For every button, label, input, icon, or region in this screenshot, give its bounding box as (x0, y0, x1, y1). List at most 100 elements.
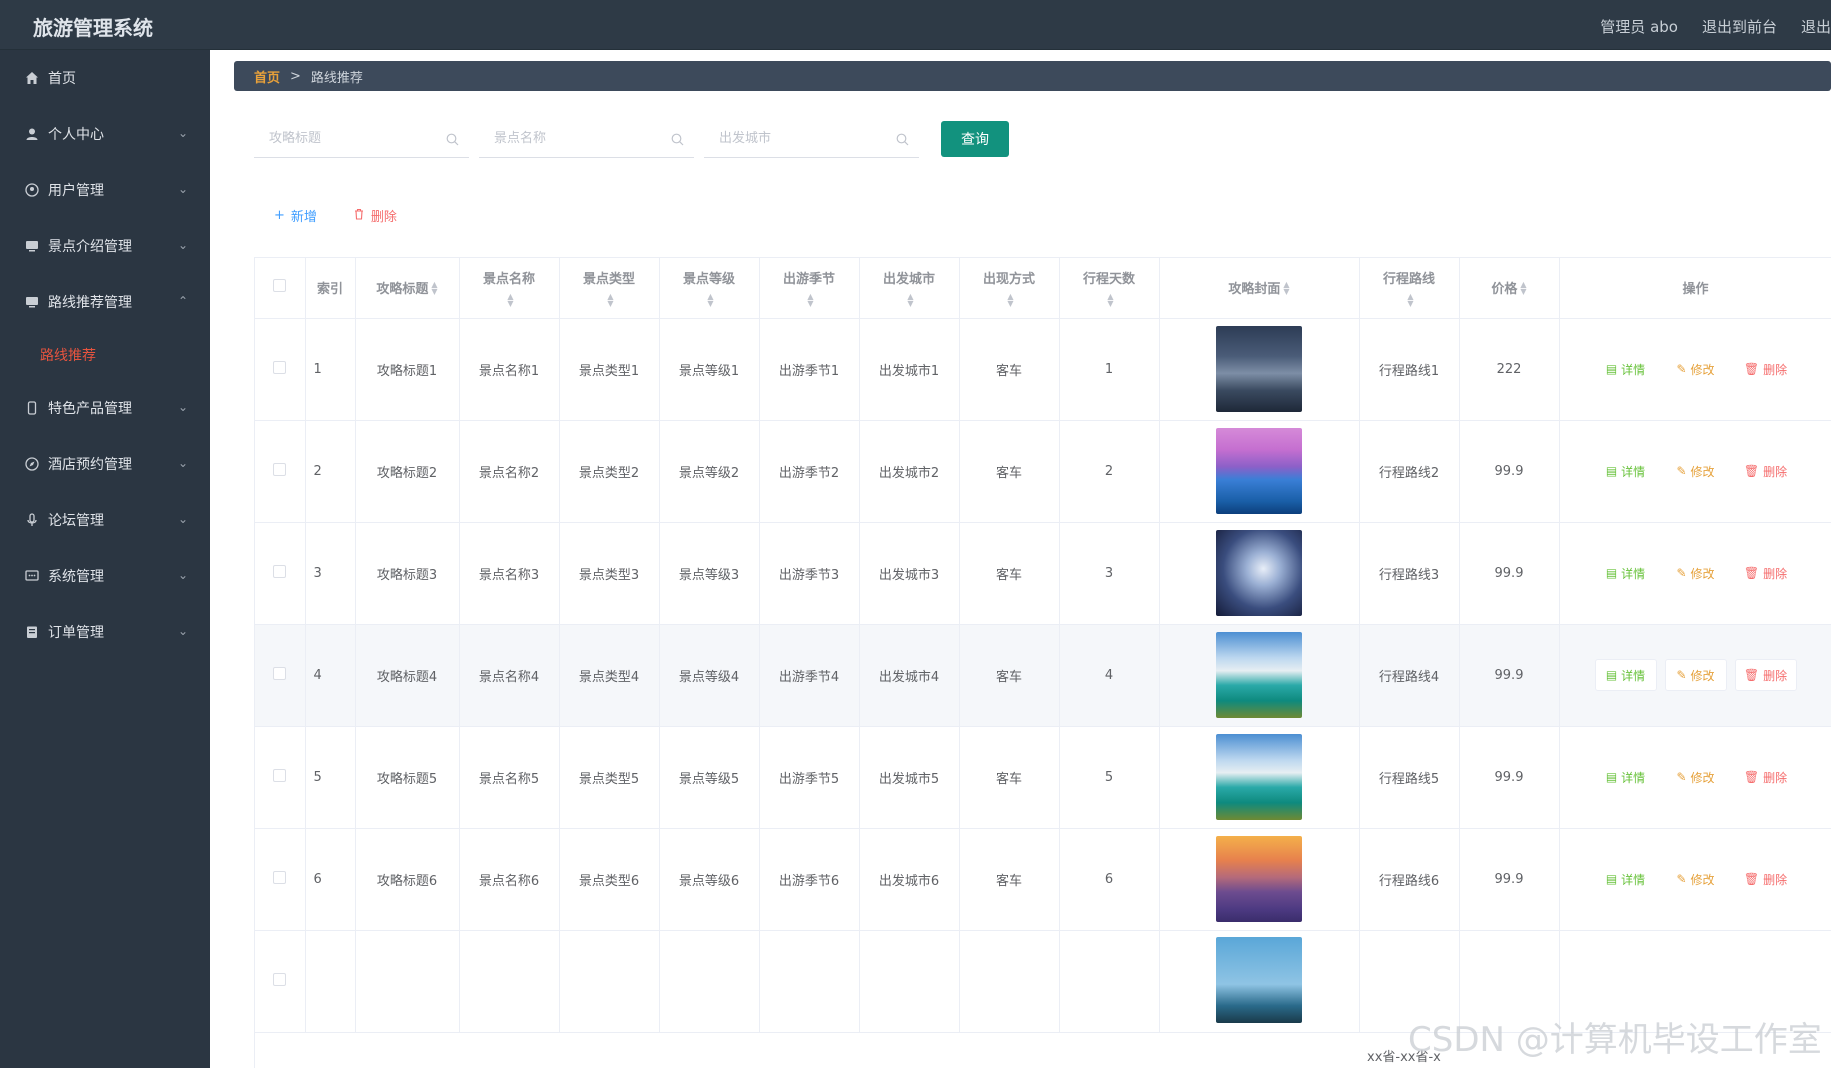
cover-image[interactable] (1216, 836, 1302, 922)
title-search-input[interactable] (254, 120, 469, 157)
sort-icon[interactable]: ▲ ▼ (807, 293, 813, 308)
delete-button[interactable]: 🗑 删除 (1735, 557, 1797, 589)
trash-icon: 🗑 (1743, 872, 1760, 886)
sort-icon[interactable]: ▲ ▼ (1107, 293, 1113, 308)
sort-icon[interactable]: ▲ ▼ (431, 280, 437, 295)
sidebar-item-forum[interactable]: 论坛管理 ⌄ (0, 492, 210, 548)
delete-button[interactable]: 🗑 删除 (1735, 863, 1797, 895)
sidebar-item-profile[interactable]: 个人中心 ⌄ (0, 106, 210, 162)
row-checkbox[interactable] (273, 360, 287, 374)
cover-image[interactable] (1216, 428, 1302, 514)
search-icon (671, 131, 684, 150)
header-title[interactable]: 攻略标题 ▲ ▼ (355, 258, 460, 319)
cell-price: 99.9 (1459, 624, 1560, 727)
header-days[interactable]: 行程天数 ▲ ▼ (1059, 258, 1160, 319)
edit-label: 修改 (1690, 464, 1715, 479)
cell-index (305, 930, 356, 1033)
cover-image[interactable] (1216, 936, 1302, 1023)
edit-button[interactable]: ✎ 修改 (1664, 659, 1727, 691)
sidebar-item-label: 论坛管理 (48, 513, 104, 529)
sidebar-item-label: 景点介绍管理 (48, 239, 132, 255)
cell-city: 出发城市3 (859, 522, 960, 625)
row-checkbox[interactable] (273, 870, 287, 884)
cover-image[interactable] (1216, 632, 1302, 718)
cell-spot-name: 景点名称6 (459, 828, 560, 931)
cell-city: 出发城市5 (859, 726, 960, 829)
cell-ops: ▤ 详情 ✎ 修改 🗑 删除 (1559, 624, 1831, 727)
cell-spot-type: 景点类型2 (559, 420, 660, 523)
compass-icon (24, 456, 40, 472)
logout-link[interactable]: 退出 (1801, 16, 1831, 37)
detail-button[interactable]: ▤ 详情 (1595, 761, 1657, 793)
delete-button[interactable]: 🗑 删除 (1735, 353, 1797, 385)
city-search-input[interactable] (704, 120, 919, 157)
front-link[interactable]: 退出到前台 (1702, 16, 1777, 37)
header-ops: 操作 (1559, 258, 1831, 319)
batch-delete-button[interactable]: 删除 (353, 206, 397, 225)
row-checkbox[interactable] (273, 564, 287, 578)
sidebar-item-spots[interactable]: 景点介绍管理 ⌄ (0, 218, 210, 274)
row-checkbox[interactable] (273, 462, 287, 476)
sort-icon[interactable]: ▲ ▼ (607, 293, 613, 308)
sort-icon[interactable]: ▲ ▼ (1520, 280, 1526, 295)
row-checkbox[interactable] (273, 666, 287, 680)
cell-city: 出发城市2 (859, 420, 960, 523)
sidebar-item-products[interactable]: 特色产品管理 ⌄ (0, 380, 210, 436)
spot-search-input[interactable] (479, 120, 694, 157)
header-spot-type[interactable]: 景点类型 ▲ ▼ (559, 258, 660, 319)
cover-image[interactable] (1216, 530, 1302, 616)
sort-icon[interactable]: ▲ ▼ (1283, 280, 1289, 295)
delete-button[interactable]: 🗑 删除 (1735, 761, 1797, 793)
header-city[interactable]: 出发城市 ▲ ▼ (859, 258, 960, 319)
edit-button[interactable]: ✎ 修改 (1665, 557, 1727, 589)
cover-image[interactable] (1216, 326, 1302, 412)
cover-image[interactable] (1216, 734, 1302, 820)
sidebar-subitem-route-recommend[interactable]: 路线推荐 (0, 330, 210, 380)
sort-icon[interactable]: ▲ ▼ (707, 293, 713, 308)
cell-spot-level: 景点等级5 (659, 726, 760, 829)
header-cover[interactable]: 攻略封面 ▲ ▼ (1159, 258, 1360, 319)
edit-button[interactable]: ✎ 修改 (1665, 761, 1727, 793)
cell-cover (1159, 522, 1360, 625)
delete-button[interactable]: 🗑 删除 (1734, 659, 1797, 691)
edit-button[interactable]: ✎ 修改 (1665, 863, 1727, 895)
edit-button[interactable]: ✎ 修改 (1665, 353, 1727, 385)
sort-icon[interactable]: ▲ ▼ (1007, 293, 1013, 308)
sidebar-item-hotels[interactable]: 酒店预约管理 ⌄ (0, 436, 210, 492)
sidebar-item-users[interactable]: 用户管理 ⌄ (0, 162, 210, 218)
detail-button[interactable]: ▤ 详情 (1595, 863, 1657, 895)
edit-button[interactable]: ✎ 修改 (1665, 455, 1727, 487)
header-route[interactable]: 行程路线 ▲ ▼ (1359, 258, 1460, 319)
cell-route: 行程路线4 (1359, 624, 1460, 727)
sidebar-item-system[interactable]: 系统管理 ⌄ (0, 548, 210, 604)
sidebar-item-label: 个人中心 (48, 127, 104, 143)
sidebar-item-routes[interactable]: 路线推荐管理 ⌃ (0, 274, 210, 330)
cell-title: 攻略标题5 (355, 726, 460, 829)
row-checkbox[interactable] (273, 972, 287, 986)
cell-index: 3 (305, 522, 356, 625)
cell-ops: ▤ 详情 ✎ 修改 🗑 删除 (1559, 726, 1831, 829)
select-all-checkbox[interactable] (273, 279, 287, 293)
header-spot-level[interactable]: 景点等级 ▲ ▼ (659, 258, 760, 319)
sort-icon[interactable]: ▲ ▼ (907, 293, 913, 308)
cell-transport: 客车 (959, 624, 1060, 727)
sort-icon[interactable]: ▲ ▼ (507, 293, 513, 308)
header-spot-name[interactable]: 景点名称 ▲ ▼ (459, 258, 560, 319)
sort-icon[interactable]: ▲ ▼ (1407, 293, 1413, 308)
delete-button[interactable]: 🗑 删除 (1735, 455, 1797, 487)
sidebar-item-home[interactable]: 首页 (0, 50, 210, 106)
header-transport[interactable]: 出现方式 ▲ ▼ (959, 258, 1060, 319)
detail-button[interactable]: ▤ 详情 (1594, 659, 1657, 691)
row-checkbox[interactable] (273, 768, 287, 782)
sidebar-item-orders[interactable]: 订单管理 ⌄ (0, 604, 210, 660)
header-season[interactable]: 出游季节 ▲ ▼ (759, 258, 860, 319)
header-price[interactable]: 价格 ▲ ▼ (1459, 258, 1560, 319)
add-button[interactable]: + 新增 (274, 206, 317, 225)
detail-button[interactable]: ▤ 详情 (1595, 353, 1657, 385)
mic-icon (24, 512, 40, 528)
table-row: 1 攻略标题1 景点名称1 景点类型1 景点等级1 出游季节1 出发城市1 客车… (255, 318, 1831, 421)
breadcrumb-home[interactable]: 首页 (254, 67, 280, 86)
detail-button[interactable]: ▤ 详情 (1595, 557, 1657, 589)
detail-button[interactable]: ▤ 详情 (1595, 455, 1657, 487)
query-button[interactable]: 查询 (941, 121, 1009, 157)
